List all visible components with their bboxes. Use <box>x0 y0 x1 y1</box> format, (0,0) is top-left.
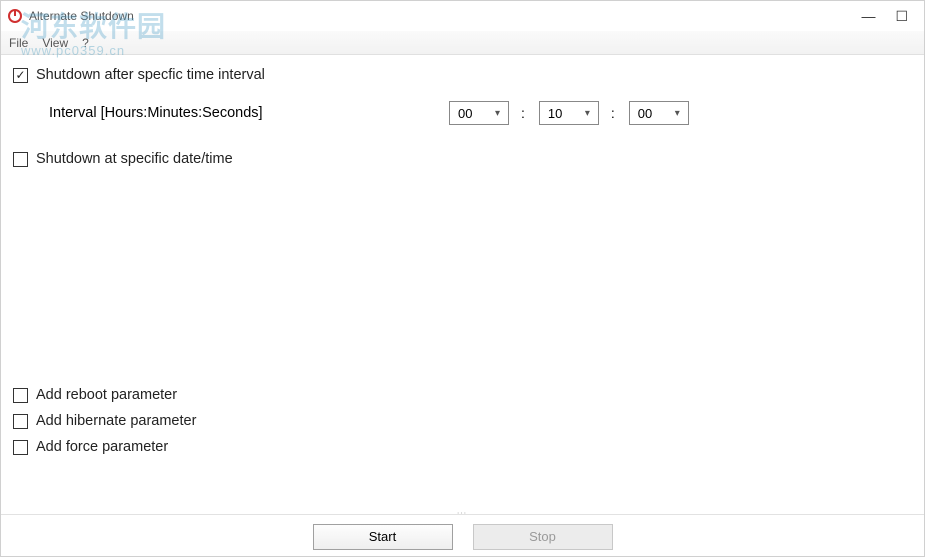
hibernate-label: Add hibernate parameter <box>36 413 196 429</box>
hours-value: 00 <box>458 106 472 121</box>
hours-select[interactable]: 00 ▾ <box>449 101 509 125</box>
params-section: Add reboot parameter Add hibernate param… <box>13 387 912 455</box>
app-icon <box>7 8 23 24</box>
chevron-down-icon: ▾ <box>675 108 680 119</box>
force-label: Add force parameter <box>36 439 168 455</box>
start-button[interactable]: Start <box>313 524 453 550</box>
interval-row: Interval [Hours:Minutes:Seconds] 00 ▾ : … <box>49 101 912 125</box>
minutes-select[interactable]: 10 ▾ <box>539 101 599 125</box>
shutdown-interval-row: Shutdown after specfic time interval <box>13 67 912 83</box>
chevron-down-icon: ▾ <box>495 108 500 119</box>
shutdown-interval-checkbox[interactable] <box>13 68 28 83</box>
menu-help[interactable]: ? <box>82 36 89 50</box>
minimize-button[interactable]: — <box>861 8 875 25</box>
shutdown-datetime-row: Shutdown at specific date/time <box>13 151 912 167</box>
window-title: Alternate Shutdown <box>29 9 861 23</box>
menu-view[interactable]: View <box>42 36 68 50</box>
reboot-label: Add reboot parameter <box>36 387 177 403</box>
stop-button[interactable]: Stop <box>473 524 613 550</box>
seconds-select[interactable]: 00 ▾ <box>629 101 689 125</box>
chevron-down-icon: ▾ <box>585 108 590 119</box>
hibernate-checkbox[interactable] <box>13 414 28 429</box>
content-area: Shutdown after specfic time interval Int… <box>1 55 924 455</box>
spacer <box>13 177 912 377</box>
shutdown-datetime-checkbox[interactable] <box>13 152 28 167</box>
window-controls: — ☐ <box>861 8 908 25</box>
interval-caption: Interval [Hours:Minutes:Seconds] <box>49 105 449 121</box>
time-separator: : <box>521 105 525 121</box>
shutdown-interval-label: Shutdown after specfic time interval <box>36 67 265 83</box>
menu-file[interactable]: File <box>9 36 28 50</box>
seconds-value: 00 <box>638 106 652 121</box>
minutes-value: 10 <box>548 106 562 121</box>
time-selects: 00 ▾ : 10 ▾ : 00 ▾ <box>449 101 689 125</box>
time-separator: : <box>611 105 615 121</box>
bottom-bar: Start Stop <box>1 514 924 552</box>
maximize-button[interactable]: ☐ <box>895 8 908 25</box>
titlebar: Alternate Shutdown — ☐ <box>1 1 924 31</box>
reboot-checkbox[interactable] <box>13 388 28 403</box>
reboot-row: Add reboot parameter <box>13 387 912 403</box>
hibernate-row: Add hibernate parameter <box>13 413 912 429</box>
force-checkbox[interactable] <box>13 440 28 455</box>
force-row: Add force parameter <box>13 439 912 455</box>
menubar: File View ? <box>1 31 924 55</box>
shutdown-datetime-label: Shutdown at specific date/time <box>36 151 233 167</box>
